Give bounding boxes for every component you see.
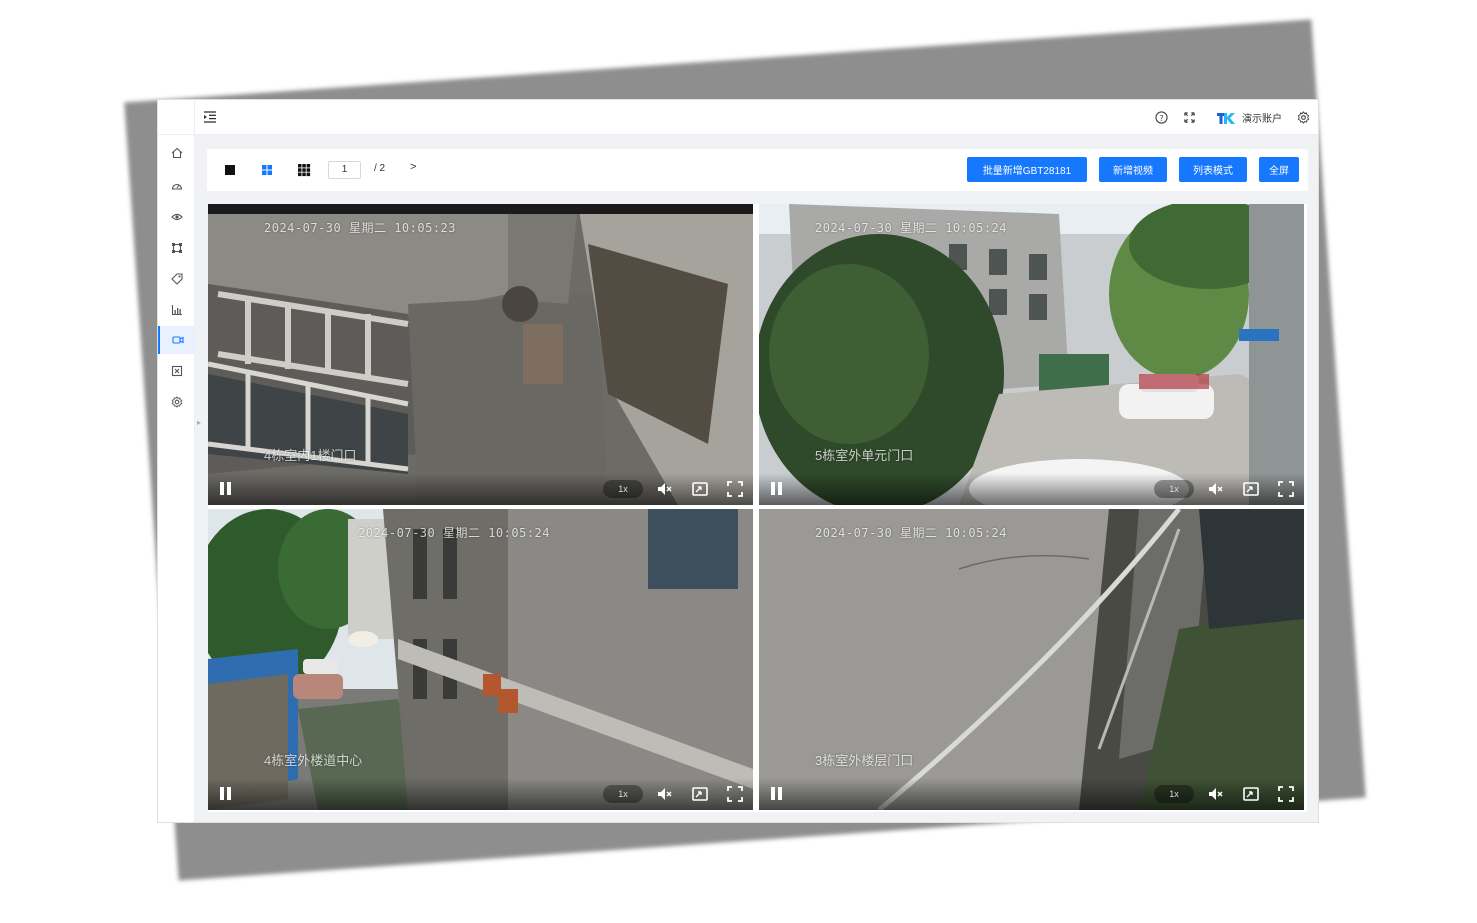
sidebar-item-tags[interactable] [158,265,195,293]
video-timestamp: 2024-07-30 星期二 10:05:23 [264,221,456,235]
sidebar-item-home[interactable] [158,139,195,167]
layout-1-icon[interactable] [222,162,238,178]
help-icon[interactable]: ? [1154,111,1168,125]
pause-button[interactable] [770,786,784,802]
bar-chart-icon [171,305,182,316]
fullscreen-icon[interactable] [1277,480,1295,498]
top-bar: ? 演示账户 [158,100,1318,135]
video-player-3[interactable]: 2024-07-30 星期二 10:05:24 4栋室外楼道中心 1x [208,509,753,810]
playback-speed-button[interactable]: 1x [1154,480,1194,498]
video-timestamp: 2024-07-30 星期二 10:05:24 [358,526,550,540]
page-number-input[interactable]: 1 [328,161,361,179]
pause-button[interactable] [219,481,233,497]
batch-add-gbt28181-button[interactable]: 批量新增GBT28181 [967,157,1087,182]
video-grid: 2024-07-30 星期二 10:05:23 4栋室内1楼门口 1x 2024… [208,204,1307,812]
sidebar-item-video[interactable] [158,326,195,354]
sidebar-item-statistics[interactable] [158,296,195,324]
header-actions: ? 演示账户 [1154,100,1310,135]
video-camera-name: 3栋室外楼层门口 [815,753,914,768]
sidebar-expand-icon[interactable]: ▸ [197,418,203,428]
fullscreen-icon[interactable] [726,480,744,498]
video-player-2[interactable]: 2024-07-30 星期二 10:05:24 5栋室外单元门口 1x [759,204,1304,505]
home-icon [171,147,182,159]
sidebar-item-dashboard[interactable] [158,172,195,200]
sidebar-item-apps[interactable] [158,357,195,385]
frame-icon [171,243,182,253]
video-camera-icon [171,336,184,344]
screenshot-stage: ? 演示账户 ▸ 1 / 2 > 批量新增GBT28181 新增视频 列表模式 … [0,0,1477,923]
sidebar [158,135,195,822]
video-timestamp: 2024-07-30 星期二 10:05:24 [815,221,1007,235]
account-name: 演示账户 [1242,114,1282,125]
add-video-button[interactable]: 新增视频 [1099,157,1167,182]
sidebar-item-settings[interactable] [158,388,195,416]
mute-icon[interactable] [656,480,674,498]
fullscreen-icon[interactable] [726,785,744,803]
fullscreen-icon[interactable] [1277,785,1295,803]
layout-4-icon[interactable] [259,162,275,178]
settings-icon [171,396,182,408]
logo-cell [158,100,195,135]
mute-icon[interactable] [656,785,674,803]
dashboard-icon [171,183,182,190]
video-controls: 1x [759,778,1304,810]
fullscreen-button[interactable]: 全屏 [1259,157,1299,182]
app-window: ? 演示账户 ▸ 1 / 2 > 批量新增GBT28181 新增视频 列表模式 … [157,99,1319,823]
video-player-1[interactable]: 2024-07-30 星期二 10:05:23 4栋室内1楼门口 1x [208,204,753,505]
video-timestamp: 2024-07-30 星期二 10:05:24 [815,526,1007,540]
video-camera-name: 4栋室内1楼门口 [264,448,357,463]
tag-icon [170,273,183,285]
playback-speed-button[interactable]: 1x [603,480,643,498]
video-camera-name: 5栋室外单元门口 [815,448,914,463]
page-total: / 2 [374,163,386,174]
mute-icon[interactable] [1207,480,1225,498]
picture-in-picture-icon[interactable] [1242,785,1260,803]
main-content: 1 / 2 > 批量新增GBT28181 新增视频 列表模式 全屏 2024-0… [207,149,1308,814]
picture-in-picture-icon[interactable] [1242,480,1260,498]
video-controls: 1x [208,778,753,810]
account-menu[interactable]: 演示账户 [1216,110,1282,125]
video-controls: 1x [759,473,1304,505]
pause-button[interactable] [770,481,784,497]
eye-icon [170,213,183,221]
video-player-4[interactable]: 2024-07-30 星期二 10:05:24 3栋室外楼层门口 1x [759,509,1304,810]
next-page-button[interactable]: > [410,161,416,173]
sidebar-item-area[interactable] [158,234,195,262]
pause-button[interactable] [219,786,233,802]
video-controls: 1x [208,473,753,505]
playback-speed-button[interactable]: 1x [603,785,643,803]
app-icon [171,365,182,377]
list-mode-button[interactable]: 列表模式 [1179,157,1247,182]
svg-text:?: ? [1159,113,1163,123]
video-toolbar: 1 / 2 > 批量新增GBT28181 新增视频 列表模式 全屏 [207,149,1308,191]
playback-speed-button[interactable]: 1x [1154,785,1194,803]
menu-fold-icon[interactable] [203,110,217,124]
picture-in-picture-icon[interactable] [691,480,709,498]
brand-logo-icon [1217,112,1235,124]
fullscreen-icon[interactable] [1182,111,1196,125]
layout-9-icon[interactable] [296,162,312,178]
video-camera-name: 4栋室外楼道中心 [264,753,363,768]
settings-icon[interactable] [1296,111,1310,125]
sidebar-item-monitor[interactable] [158,203,195,231]
picture-in-picture-icon[interactable] [691,785,709,803]
mute-icon[interactable] [1207,785,1225,803]
